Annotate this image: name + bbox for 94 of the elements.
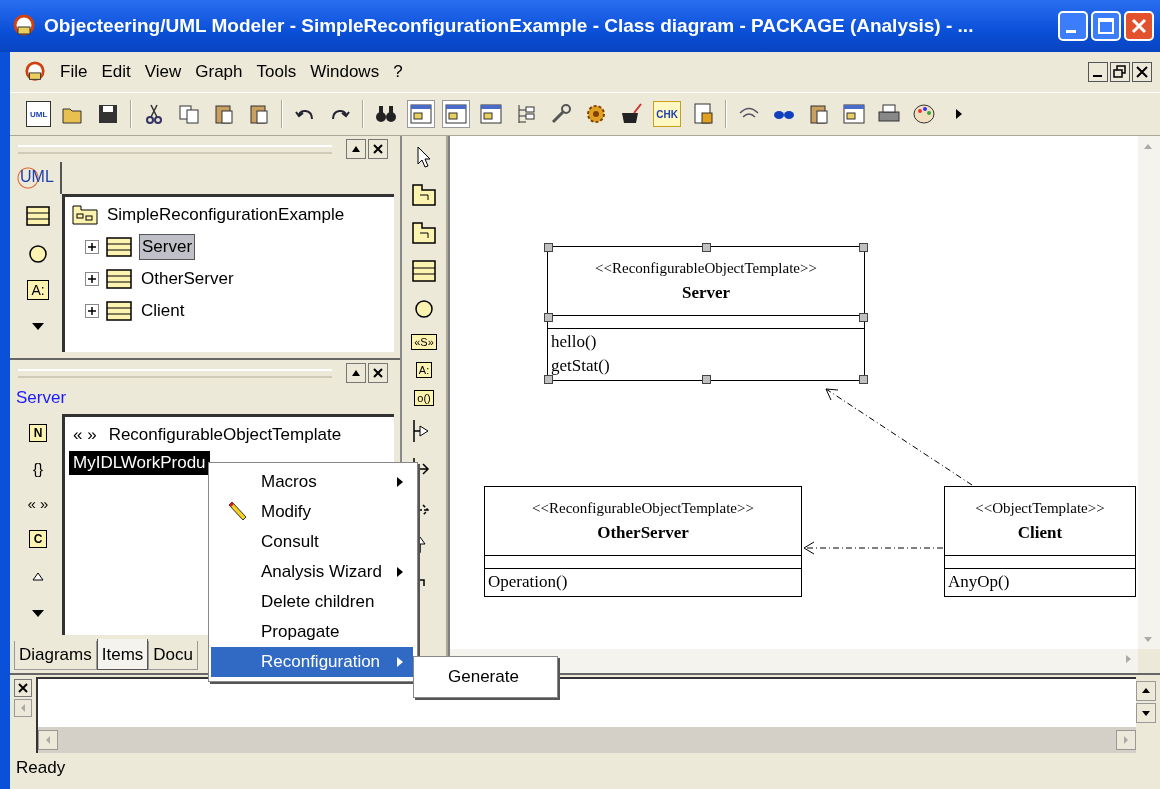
list-item[interactable]: ReconfigurableObjectTemplate xyxy=(104,423,346,447)
note-icon[interactable]: N xyxy=(28,424,48,442)
window-icon[interactable] xyxy=(478,101,505,127)
class-box[interactable]: <<ReconfigurableObjectTemplate>> OtherServer Operation() xyxy=(484,486,802,597)
package-icon xyxy=(71,204,99,226)
app-icon xyxy=(12,14,36,38)
palette-icon[interactable] xyxy=(911,101,937,127)
menu-item[interactable]: Tools xyxy=(256,62,297,82)
operation-label: AnyOp() xyxy=(948,572,1011,592)
grip-bar[interactable] xyxy=(18,144,332,154)
close-button[interactable] xyxy=(1132,62,1152,82)
label-icon[interactable]: A: xyxy=(415,362,433,378)
menu-item[interactable]: Edit xyxy=(101,62,131,82)
resize-handle[interactable] xyxy=(544,375,553,384)
menu-item[interactable]: View xyxy=(144,62,182,82)
class-name: Client xyxy=(1017,522,1063,543)
menu-item[interactable]: Reconfiguration xyxy=(211,647,413,677)
restore-button[interactable] xyxy=(1110,62,1130,82)
menu-item[interactable]: File xyxy=(60,62,88,82)
class-name: Server xyxy=(681,282,731,303)
tab[interactable]: Items xyxy=(96,639,149,670)
submenu-arrow-icon xyxy=(395,565,405,579)
menu-item[interactable]: Windows xyxy=(310,62,380,82)
class-icon xyxy=(105,300,133,322)
window-title: Objecteering/UML Modeler - SimpleReconfigurationExample - Class diagram - PACKAGE (Analysis) - ... xyxy=(44,15,975,37)
stereotype-label: <<ObjectTemplate>> xyxy=(975,499,1105,517)
menu-item[interactable]: Modify xyxy=(211,497,413,527)
submenu-arrow-icon xyxy=(395,655,405,669)
stereotype-label: <<ReconfigurableObjectTemplate>> xyxy=(532,499,754,517)
resize-handle[interactable] xyxy=(702,375,711,384)
maximize-button[interactable] xyxy=(1091,11,1121,41)
label-icon[interactable]: A: xyxy=(27,280,49,300)
window-icon[interactable] xyxy=(841,101,867,127)
element-title: Server xyxy=(15,387,68,409)
close-button[interactable] xyxy=(368,363,388,383)
explorer-tab[interactable]: UML xyxy=(14,162,62,194)
tree-item[interactable]: Client xyxy=(139,299,187,323)
operation-label: Operation() xyxy=(488,572,569,592)
expand-icon[interactable] xyxy=(85,240,99,254)
menu-item[interactable]: Generate xyxy=(414,663,557,691)
menu-item[interactable]: Macros xyxy=(211,467,413,497)
tab[interactable]: Docu xyxy=(148,641,198,670)
class-box[interactable]: <<ReconfigurableObjectTemplate>> Server hello() getStat() xyxy=(547,246,865,381)
resize-handle[interactable] xyxy=(702,243,711,252)
menu-item[interactable]: Consult xyxy=(211,527,413,557)
menu-item[interactable]: Delete children xyxy=(211,587,413,617)
menu-item[interactable]: Graph xyxy=(195,62,243,82)
list-item[interactable]: MyIDLWorkProdu xyxy=(69,451,210,475)
class-icon[interactable] xyxy=(25,204,51,228)
label-icon[interactable]: « » xyxy=(27,495,49,512)
submenu-arrow-icon xyxy=(395,475,405,489)
class-icon xyxy=(105,268,133,290)
class-box[interactable]: <<ObjectTemplate>> Client AnyOp() xyxy=(944,486,1136,597)
close-button[interactable] xyxy=(368,139,388,159)
label-icon[interactable]: «S» xyxy=(411,334,437,350)
resize-handle[interactable] xyxy=(544,243,553,252)
stereotype-label: <<ReconfigurableObjectTemplate>> xyxy=(595,259,817,277)
minimize-button[interactable] xyxy=(1088,62,1108,82)
tree-item[interactable]: OtherServer xyxy=(139,267,236,291)
resize-handle[interactable] xyxy=(859,375,868,384)
resize-handle[interactable] xyxy=(859,243,868,252)
class-icon xyxy=(105,236,133,258)
scroll-down-icon[interactable] xyxy=(1136,703,1156,723)
tree-item[interactable]: Server xyxy=(139,234,196,260)
expand-icon[interactable] xyxy=(85,272,99,286)
stereotype-icon: « » xyxy=(69,425,97,445)
resize-handle[interactable] xyxy=(544,313,553,322)
resize-handle[interactable] xyxy=(859,313,868,322)
grip-bar[interactable] xyxy=(18,368,332,378)
menu-item[interactable]: Propagate xyxy=(211,617,413,647)
package-icon[interactable] xyxy=(410,182,438,208)
menu-item[interactable]: ? xyxy=(393,62,403,82)
check-icon[interactable]: CHK xyxy=(653,101,681,127)
close-button[interactable] xyxy=(14,679,32,697)
note-icon[interactable]: C xyxy=(28,530,48,548)
window-icon[interactable] xyxy=(408,101,435,127)
tab[interactable]: Diagrams xyxy=(14,641,97,670)
expand-icon[interactable] xyxy=(85,304,99,318)
document-icon[interactable]: UML xyxy=(26,101,52,127)
class-icon[interactable] xyxy=(410,258,438,284)
label-icon[interactable]: {} xyxy=(33,460,43,477)
class-name: OtherServer xyxy=(597,522,689,543)
up-button[interactable] xyxy=(346,363,366,383)
scroll-up-icon[interactable] xyxy=(1136,681,1156,701)
menu-item[interactable]: Analysis Wizard xyxy=(211,557,413,587)
package-icon[interactable] xyxy=(410,220,438,246)
tree-item[interactable]: SimpleReconfigurationExample xyxy=(105,203,347,227)
operation-label: hello() xyxy=(551,332,598,352)
label-icon[interactable]: o() xyxy=(414,390,434,406)
window-icon[interactable] xyxy=(443,101,470,127)
status-text: Ready xyxy=(15,757,67,779)
operation-label: getStat() xyxy=(551,356,611,376)
app-icon xyxy=(24,61,46,83)
up-button[interactable] xyxy=(346,139,366,159)
